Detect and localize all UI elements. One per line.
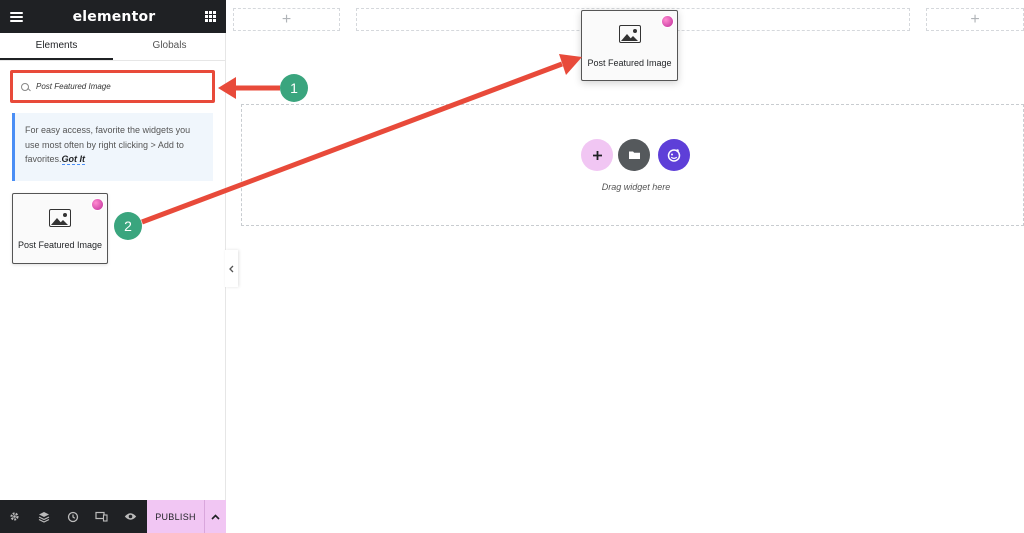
ai-face-icon: [667, 149, 681, 162]
ai-button[interactable]: [658, 139, 690, 171]
add-template-button[interactable]: [618, 139, 650, 171]
step-badge-1: 1: [280, 74, 308, 102]
tab-globals[interactable]: Globals: [113, 33, 226, 60]
publish-options-button[interactable]: [204, 500, 226, 533]
publish-button[interactable]: PUBLISH: [147, 500, 204, 533]
editor-panel: elementor Elements Globals Post Featured…: [0, 0, 226, 533]
step-badge-2: 2: [114, 212, 142, 240]
notice-text: For easy access, favorite the widgets yo…: [25, 125, 191, 164]
pro-badge-icon: [92, 199, 103, 210]
add-section-button[interactable]: [581, 139, 613, 171]
folder-icon: [628, 151, 640, 159]
tab-elements[interactable]: Elements: [0, 33, 113, 60]
search-input[interactable]: Post Featured Image: [10, 70, 215, 103]
layers-icon[interactable]: [29, 500, 58, 533]
drag-widget-hint: Drag widget here: [601, 182, 671, 192]
panel-footer: PUBLISH: [0, 500, 226, 533]
responsive-icon[interactable]: [87, 500, 116, 533]
collapse-panel-button[interactable]: [225, 250, 238, 287]
dragged-widget-label: Post Featured Image: [587, 58, 672, 68]
chevron-left-icon: [229, 265, 234, 272]
chevron-up-icon: [211, 513, 220, 520]
elementor-logo: elementor: [72, 8, 156, 25]
panel-tabs: Elements Globals: [0, 33, 226, 61]
panel-header: elementor: [0, 0, 226, 33]
arrow-head-canvas: [559, 54, 582, 75]
widgets-grid-icon[interactable]: [204, 11, 216, 22]
got-it-link[interactable]: Got It: [61, 154, 86, 165]
menu-icon[interactable]: [10, 11, 23, 22]
plus-icon: [592, 150, 602, 160]
widget-post-featured-image[interactable]: Post Featured Image: [12, 193, 108, 264]
image-icon: [49, 209, 71, 227]
favorites-notice: For easy access, favorite the widgets yo…: [12, 113, 213, 181]
dragged-widget-post-featured-image[interactable]: Post Featured Image: [581, 10, 678, 81]
search-icon: [21, 82, 29, 91]
history-icon[interactable]: [58, 500, 87, 533]
preview-icon[interactable]: [116, 500, 145, 533]
column-add-right[interactable]: +: [926, 8, 1024, 31]
column-add-left[interactable]: +: [233, 8, 340, 31]
image-icon: [619, 25, 641, 43]
settings-icon[interactable]: [0, 500, 29, 533]
pro-badge-icon: [662, 16, 673, 27]
widget-label: Post Featured Image: [17, 240, 103, 250]
search-query: Post Featured Image: [36, 82, 111, 91]
